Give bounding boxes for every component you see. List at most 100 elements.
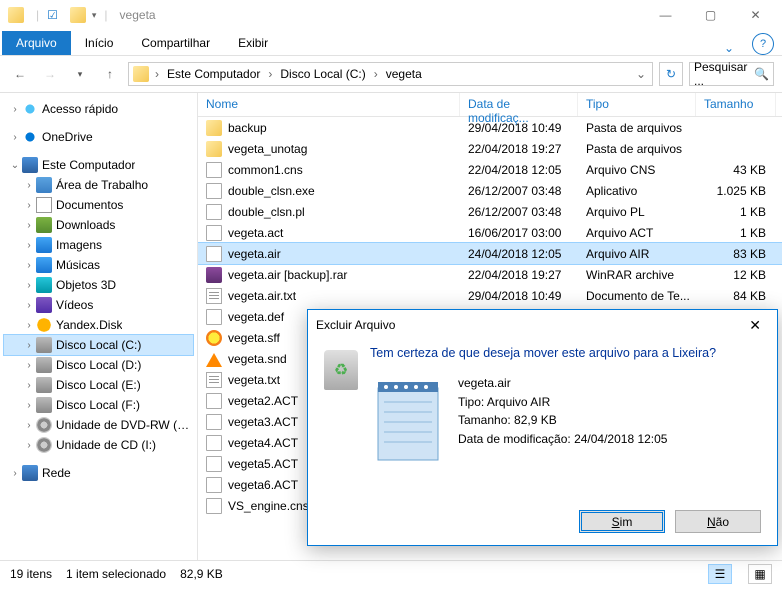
file-name: backup	[228, 121, 267, 135]
file-icon	[206, 351, 222, 367]
recent-locations-dropdown[interactable]: ▾	[68, 62, 92, 86]
help-button[interactable]: ?	[752, 33, 774, 55]
onedrive-icon	[22, 129, 38, 145]
file-size: 83 KB	[696, 247, 776, 261]
file-row[interactable]: common1.cns22/04/2018 12:05Arquivo CNS43…	[198, 159, 782, 180]
file-icon	[206, 498, 222, 514]
file-name: double_clsn.exe	[228, 184, 315, 198]
file-icon	[206, 141, 222, 157]
tree-disk-c[interactable]: Disco Local (C:)	[56, 338, 141, 352]
tree-documents[interactable]: Documentos	[56, 198, 123, 212]
quick-access-icon	[22, 101, 38, 117]
tree-quick-access[interactable]: Acesso rápido	[42, 102, 118, 116]
file-row[interactable]: double_clsn.exe26/12/2007 03:48Aplicativ…	[198, 180, 782, 201]
search-input[interactable]: Pesquisar ... 🔍	[689, 62, 774, 86]
tree-cd[interactable]: Unidade de CD (I:)	[56, 438, 156, 452]
col-type[interactable]: Tipo	[578, 93, 696, 116]
file-name: vegeta.air	[228, 247, 281, 261]
tab-view[interactable]: Exibir	[224, 31, 282, 55]
tree-this-pc[interactable]: Este Computador	[42, 158, 135, 172]
breadcrumb-pc[interactable]: Este Computador	[163, 65, 264, 83]
qat-dropdown-icon[interactable]: ▾	[92, 10, 97, 21]
dialog-file-type: Tipo: Arquivo AIR	[458, 393, 667, 412]
tree-3d[interactable]: Objetos 3D	[56, 278, 116, 292]
minimize-button[interactable]: —	[643, 0, 688, 30]
address-dropdown-icon[interactable]: ⌄	[632, 67, 650, 81]
file-row[interactable]: vegeta.air.txt29/04/2018 10:49Documento …	[198, 285, 782, 306]
maximize-button[interactable]: ▢	[688, 0, 733, 30]
pc-icon	[22, 157, 38, 173]
col-size[interactable]: Tamanho	[696, 93, 776, 116]
navigation-tree[interactable]: ›Acesso rápido ›OneDrive ⌄Este Computado…	[0, 93, 198, 560]
tree-dvd[interactable]: Unidade de DVD-RW (G:)	[56, 418, 193, 432]
dialog-no-button[interactable]: Não	[675, 510, 761, 533]
file-type: Pasta de arquivos	[578, 142, 696, 156]
breadcrumb-disk[interactable]: Disco Local (C:)	[276, 65, 369, 83]
file-date: 26/12/2007 03:48	[460, 184, 578, 198]
file-icon	[206, 183, 222, 199]
recycle-bin-icon	[324, 350, 358, 390]
file-name: vegeta2.ACT	[228, 394, 298, 408]
file-date: 26/12/2007 03:48	[460, 205, 578, 219]
documents-icon	[36, 197, 52, 213]
file-name: vegeta.air.txt	[228, 289, 296, 303]
search-placeholder: Pesquisar ...	[694, 60, 754, 88]
navigation-bar: ← → ▾ ↑ › Este Computador › Disco Local …	[0, 56, 782, 92]
file-row[interactable]: double_clsn.pl26/12/2007 03:48Arquivo PL…	[198, 201, 782, 222]
close-button[interactable]: ✕	[733, 0, 778, 30]
refresh-button[interactable]: ↻	[659, 62, 683, 86]
yandex-icon	[36, 317, 52, 333]
tab-home[interactable]: Início	[71, 31, 128, 55]
file-name: vegeta5.ACT	[228, 457, 298, 471]
file-row[interactable]: vegeta.air [backup].rar22/04/2018 19:27W…	[198, 264, 782, 285]
file-date: 29/04/2018 10:49	[460, 289, 578, 303]
disk-icon	[36, 377, 52, 393]
column-headers: Nome Data de modificaç... Tipo Tamanho	[198, 93, 782, 117]
dvd-icon	[36, 417, 52, 433]
file-name: vegeta.def	[228, 310, 284, 324]
breadcrumb-folder[interactable]: vegeta	[382, 65, 426, 83]
file-name: double_clsn.pl	[228, 205, 305, 219]
tree-videos[interactable]: Vídeos	[56, 298, 93, 312]
tree-downloads[interactable]: Downloads	[56, 218, 115, 232]
tree-images[interactable]: Imagens	[56, 238, 102, 252]
qat-new-folder-icon[interactable]	[70, 7, 86, 23]
back-button[interactable]: ←	[8, 62, 32, 86]
file-type: Pasta de arquivos	[578, 121, 696, 135]
ribbon: Arquivo Início Compartilhar Exibir ⌄ ?	[0, 30, 782, 56]
address-bar[interactable]: › Este Computador › Disco Local (C:) › v…	[128, 62, 653, 86]
tree-desktop[interactable]: Área de Trabalho	[56, 178, 148, 192]
downloads-icon	[36, 217, 52, 233]
col-name[interactable]: Nome	[198, 93, 460, 116]
tree-music[interactable]: Músicas	[56, 258, 100, 272]
forward-button[interactable]: →	[38, 62, 62, 86]
tab-file[interactable]: Arquivo	[2, 31, 71, 55]
file-row[interactable]: backup29/04/2018 10:49Pasta de arquivos	[198, 117, 782, 138]
file-row[interactable]: vegeta.air24/04/2018 12:05Arquivo AIR83 …	[198, 243, 782, 264]
col-date[interactable]: Data de modificaç...	[460, 93, 578, 116]
tree-disk-e[interactable]: Disco Local (E:)	[56, 378, 141, 392]
tree-network[interactable]: Rede	[42, 466, 71, 480]
icons-view-button[interactable]: ▦	[748, 564, 772, 584]
tree-disk-d[interactable]: Disco Local (D:)	[56, 358, 141, 372]
file-row[interactable]: vegeta_unotag22/04/2018 19:27Pasta de ar…	[198, 138, 782, 159]
file-icon	[206, 456, 222, 472]
ribbon-expand-icon[interactable]: ⌄	[714, 41, 744, 55]
dialog-file-size: Tamanho: 82,9 KB	[458, 411, 667, 430]
dialog-close-button[interactable]: ✕	[741, 313, 769, 338]
dialog-yes-button[interactable]: Sim	[579, 510, 665, 533]
qat-properties-icon[interactable]: ☑	[47, 8, 58, 22]
tab-share[interactable]: Compartilhar	[127, 31, 224, 55]
file-type: WinRAR archive	[578, 268, 696, 282]
file-icon	[206, 267, 222, 283]
tree-yandex[interactable]: Yandex.Disk	[56, 318, 122, 332]
dialog-title: Excluir Arquivo	[316, 318, 395, 332]
tree-onedrive[interactable]: OneDrive	[42, 130, 93, 144]
details-view-button[interactable]: ☰	[708, 564, 732, 584]
tree-disk-f[interactable]: Disco Local (F:)	[56, 398, 140, 412]
file-row[interactable]: vegeta.act16/06/2017 03:00Arquivo ACT1 K…	[198, 222, 782, 243]
up-button[interactable]: ↑	[98, 62, 122, 86]
file-date: 24/04/2018 12:05	[460, 247, 578, 261]
file-name: VS_engine.cns	[228, 499, 309, 513]
file-icon	[206, 477, 222, 493]
